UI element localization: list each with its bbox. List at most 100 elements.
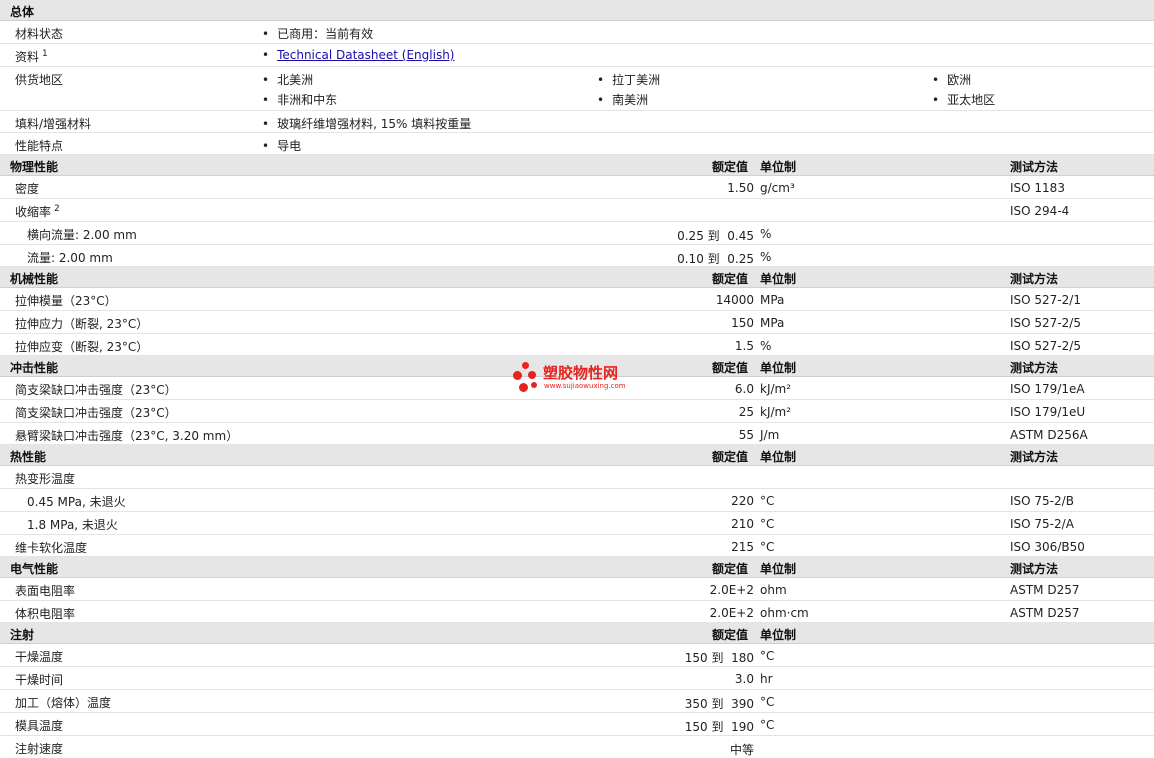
section-title: 机械性能 — [10, 272, 59, 286]
property-unit: °C — [760, 695, 775, 709]
property-unit: % — [760, 250, 772, 264]
property-label: 悬臂梁缺口冲击强度（23°C, 3.20 mm） — [15, 429, 239, 443]
section-header-electrical: 电气性能 额定值 单位制 测试方法 — [0, 557, 1154, 578]
property-value: 1.50 — [727, 181, 754, 195]
property-value: 210 — [731, 517, 754, 531]
property-value: 14000 — [715, 293, 754, 307]
property-label: 加工（熔体）温度 — [15, 696, 112, 710]
section-title: 冲击性能 — [10, 361, 59, 375]
test-method: ISO 1183 — [1010, 181, 1065, 195]
datasheet-item: Technical Datasheet (English) — [262, 48, 454, 62]
property-label: 拉伸应变（断裂, 23°C） — [15, 340, 149, 354]
region-item: 亚太地区 — [932, 91, 995, 108]
property-label: 拉伸模量（23°C） — [15, 294, 117, 308]
test-method: ASTM D257 — [1010, 583, 1080, 597]
section-header-mechanical: 机械性能 额定值 单位制 测试方法 — [0, 267, 1154, 288]
col-unit: 单位制 — [760, 272, 797, 286]
property-label: 简支梁缺口冲击强度（23°C） — [15, 383, 177, 397]
technical-datasheet-link[interactable]: Technical Datasheet (English) — [277, 48, 454, 62]
property-label: 0.45 MPa, 未退火 — [27, 495, 126, 509]
property-value: 55 — [738, 428, 754, 442]
row-filler: 填料/增强材料 玻璃纤维增强材料, 15% 填料按重量 — [0, 111, 1154, 133]
watermark-url: www.sujiaowuxing.com — [544, 382, 626, 390]
property-value: 150 — [731, 316, 754, 330]
col-unit: 单位制 — [760, 361, 797, 375]
property-unit: °C — [760, 718, 775, 732]
test-method: ISO 75-2/B — [1010, 494, 1074, 508]
test-method: ISO 527-2/5 — [1010, 339, 1081, 353]
property-value: 150 到 180 — [684, 651, 754, 665]
row-drying-temp: 干燥温度 150 到 180 °C — [0, 644, 1154, 667]
test-method: ISO 294-4 — [1010, 204, 1070, 218]
row-availability: 供货地区 北美洲 拉丁美洲 欧洲 非洲和中东 南美洲 亚太地区 — [0, 67, 1154, 111]
row-injection-speed: 注射速度 中等 — [0, 736, 1154, 757]
row-charpy-unnotched: 简支梁缺口冲击强度（23°C） 25 kJ/m² ISO 179/1eU — [0, 400, 1154, 423]
property-unit: hr — [760, 672, 773, 686]
col-unit: 单位制 — [760, 450, 797, 464]
test-method: ISO 306/B50 — [1010, 540, 1085, 554]
property-label: 密度 — [15, 182, 40, 196]
test-method: ASTM D256A — [1010, 428, 1088, 442]
property-value: 导电 — [262, 137, 301, 154]
row-tensile-modulus: 拉伸模量（23°C） 14000 MPa ISO 527-2/1 — [0, 288, 1154, 311]
col-method: 测试方法 — [1010, 450, 1059, 464]
row-vicat: 维卡软化温度 215 °C ISO 306/B50 — [0, 535, 1154, 557]
property-label: 简支梁缺口冲击强度（23°C） — [15, 406, 177, 420]
row-features: 性能特点 导电 — [0, 133, 1154, 155]
section-header-general: 总体 — [0, 0, 1154, 21]
property-unit: % — [760, 227, 772, 241]
col-unit: 单位制 — [760, 160, 797, 174]
property-value: 已商用：当前有效 — [262, 25, 373, 42]
col-nominal: 额定值 — [712, 562, 749, 576]
region-item: 南美洲 — [597, 91, 648, 108]
col-unit: 单位制 — [760, 628, 797, 642]
property-label: 供货地区 — [15, 73, 64, 87]
section-header-thermal: 热性能 额定值 单位制 测试方法 — [0, 445, 1154, 466]
property-label: 表面电阻率 — [15, 584, 76, 598]
property-label: 性能特点 — [15, 139, 64, 153]
region-item: 欧洲 — [932, 71, 971, 88]
logo-dot — [528, 371, 536, 379]
property-unit: % — [760, 339, 772, 353]
region-item: 拉丁美洲 — [597, 71, 660, 88]
col-method: 测试方法 — [1010, 160, 1059, 174]
row-tensile-strain: 拉伸应变（断裂, 23°C） 1.5 % ISO 527-2/5 — [0, 334, 1154, 356]
property-unit: ohm·cm — [760, 606, 809, 620]
property-unit: ohm — [760, 583, 787, 597]
property-label: 体积电阻率 — [15, 607, 76, 621]
property-value: 3.0 — [734, 672, 754, 686]
property-label: 1.8 MPa, 未退火 — [27, 518, 118, 532]
row-tensile-stress: 拉伸应力（断裂, 23°C） 150 MPa ISO 527-2/5 — [0, 311, 1154, 334]
property-label: 资料 1 — [15, 49, 48, 64]
property-label: 填料/增强材料 — [15, 117, 92, 131]
row-shrinkage: 收缩率 2 ISO 294-4 — [0, 199, 1154, 222]
property-value: 150 到 190 — [684, 720, 754, 734]
property-value: 215 — [731, 540, 754, 554]
row-hdt-045: 0.45 MPa, 未退火 220 °C ISO 75-2/B — [0, 489, 1154, 512]
region-item: 北美洲 — [262, 71, 313, 88]
property-label: 维卡软化温度 — [15, 541, 88, 555]
property-unit: °C — [760, 540, 775, 554]
property-label: 材料状态 — [15, 27, 64, 41]
section-title: 总体 — [10, 5, 35, 19]
property-value: 中等 — [729, 743, 754, 757]
property-value: 0.25 到 0.45 — [677, 229, 754, 243]
property-value: 0.10 到 0.25 — [677, 252, 754, 266]
col-method: 测试方法 — [1010, 562, 1059, 576]
test-method: ISO 527-2/5 — [1010, 316, 1081, 330]
property-value: 25 — [738, 405, 754, 419]
property-unit: MPa — [760, 316, 785, 330]
section-header-physical: 物理性能 额定值 单位制 测试方法 — [0, 155, 1154, 176]
test-method: ISO 75-2/A — [1010, 517, 1074, 531]
property-value: 2.0E+2 — [709, 606, 754, 620]
row-material-status: 材料状态 已商用：当前有效 — [0, 21, 1154, 44]
property-label: 干燥温度 — [15, 650, 64, 664]
property-value: 2.0E+2 — [709, 583, 754, 597]
row-izod: 悬臂梁缺口冲击强度（23°C, 3.20 mm） 55 J/m ASTM D25… — [0, 423, 1154, 445]
row-density: 密度 1.50 g/cm³ ISO 1183 — [0, 176, 1154, 199]
section-title: 注射 — [10, 628, 35, 642]
section-title: 热性能 — [10, 450, 47, 464]
property-unit: °C — [760, 649, 775, 663]
row-volume-resistivity: 体积电阻率 2.0E+2 ohm·cm ASTM D257 — [0, 601, 1154, 623]
logo-dot — [522, 362, 529, 369]
